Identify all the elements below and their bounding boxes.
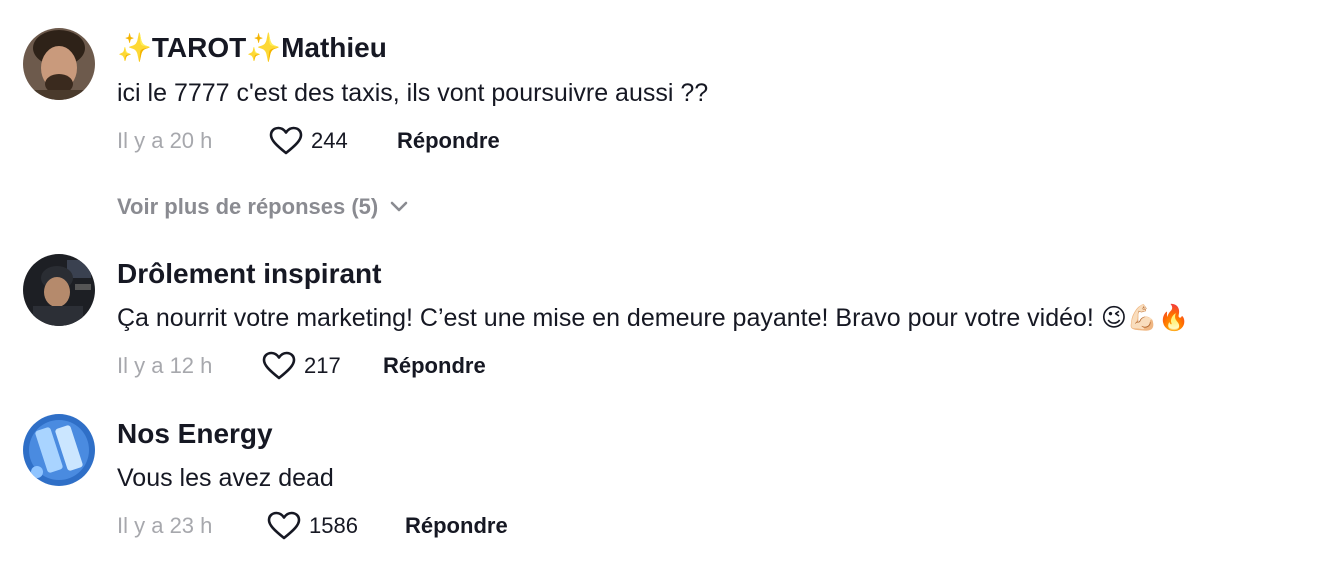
comment-item: ✨TAROT✨Mathieu ici le 7777 c'est des tax… [0, 0, 1344, 230]
like-count: 217 [304, 353, 341, 378]
like-button[interactable]: 244 [269, 126, 397, 156]
reply-button[interactable]: Répondre [397, 128, 500, 154]
reply-button[interactable]: Répondre [405, 513, 508, 539]
view-more-replies-button[interactable]: Voir plus de réponses (5) [117, 190, 408, 224]
like-count: 244 [311, 128, 348, 153]
comment-actions: Il y a 20 h 244 Répondre [117, 124, 500, 158]
comment-text: Vous les avez dead [117, 464, 334, 492]
chevron-down-icon [390, 201, 408, 212]
comment-username[interactable]: ✨TAROT✨Mathieu [117, 30, 387, 66]
avatar-image [23, 414, 95, 486]
avatar[interactable] [23, 254, 95, 326]
heart-outline-icon [269, 126, 303, 155]
comment-time: Il y a 20 h [117, 128, 213, 153]
avatar[interactable] [23, 28, 95, 100]
comment-time: Il y a 23 h [117, 513, 213, 538]
comment-username[interactable]: Nos Energy [117, 416, 273, 452]
avatar-image [23, 28, 95, 100]
heart-outline-icon [267, 511, 301, 540]
comment-actions: Il y a 12 h 217 Répondre [117, 349, 486, 383]
reply-button[interactable]: Répondre [383, 353, 486, 379]
comment-text: ici le 7777 c'est des taxis, ils vont po… [117, 79, 709, 107]
view-more-replies-label: Voir plus de réponses (5) [117, 194, 379, 219]
comment-item: Nos Energy Vous les avez dead Il y a 23 … [0, 410, 1344, 550]
like-button[interactable]: 217 [262, 351, 383, 381]
comment-time: Il y a 12 h [117, 353, 213, 378]
like-button[interactable]: 1586 [267, 511, 405, 541]
comment-text: Ça nourrit votre marketing! C’est une mi… [117, 304, 1190, 332]
comment-item: Drôlement inspirant Ça nourrit votre mar… [0, 250, 1344, 390]
like-count: 1586 [309, 513, 358, 538]
comment-actions: Il y a 23 h 1586 Répondre [117, 509, 508, 543]
avatar[interactable] [23, 414, 95, 486]
heart-outline-icon [262, 351, 296, 380]
comment-username[interactable]: Drôlement inspirant [117, 256, 381, 292]
avatar-image [23, 254, 95, 326]
